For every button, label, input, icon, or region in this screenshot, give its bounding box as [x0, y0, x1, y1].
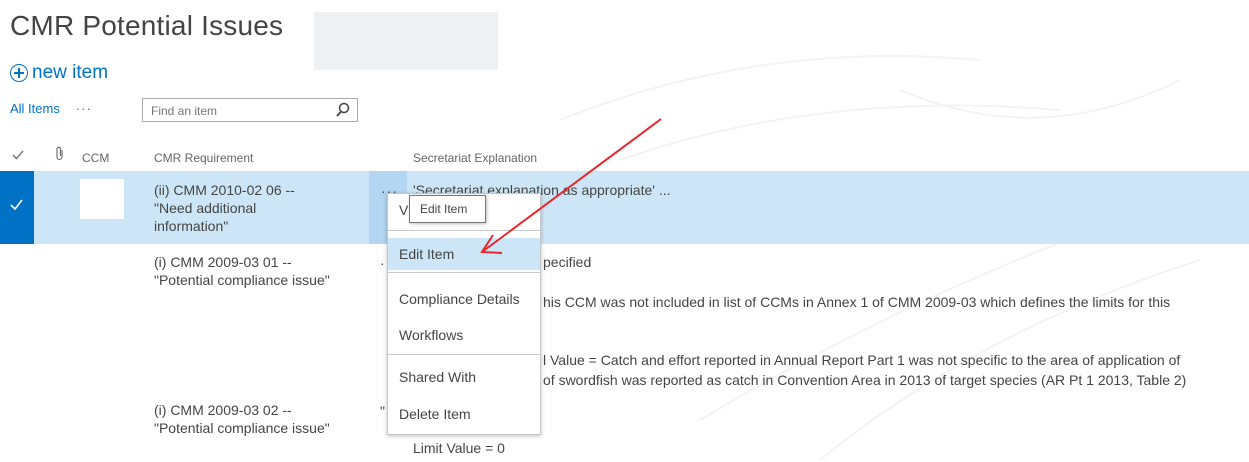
search-icon[interactable] — [335, 102, 351, 123]
page-title-area: CMR Potential Issues — [10, 10, 283, 42]
menu-divider — [388, 272, 540, 273]
row2-cmr-requirement: (i) CMM 2009-03 01 -- "Potential complia… — [154, 253, 330, 289]
new-item-button[interactable]: new item — [10, 62, 108, 84]
row2-exp-line3: l Value = Catch and effort reported in A… — [543, 352, 1181, 368]
select-all-checkmark-icon[interactable] — [12, 149, 24, 164]
menu-item-compliance-details[interactable]: Compliance Details — [388, 283, 540, 315]
row2-exp-line2: his CCM was not included in list of CCMs… — [543, 294, 1171, 310]
add-circle-icon — [10, 64, 28, 82]
redacted-ccm — [80, 401, 124, 421]
menu-item-view-label: V — [399, 202, 409, 218]
column-header-cmr-requirement[interactable]: CMR Requirement — [154, 151, 253, 165]
page-title: CMR Potential Issues — [10, 10, 284, 41]
attachment-icon — [55, 146, 65, 165]
row2-exp-line1: pecified — [543, 254, 592, 270]
redacted-area — [314, 12, 498, 70]
menu-item-compliance-details-label: Compliance Details — [399, 291, 520, 307]
menu-item-delete-item[interactable]: Delete Item — [388, 398, 540, 430]
row1-req-line1: (ii) CMM 2010-02 06 -- — [154, 182, 295, 198]
menu-item-workflows-label: Workflows — [399, 327, 464, 343]
row3-req-line1: (i) CMM 2009-03 02 -- — [154, 402, 292, 418]
search-input[interactable] — [149, 103, 323, 119]
edit-item-tooltip: Edit Item — [409, 195, 486, 223]
view-all-items[interactable]: All Items — [10, 101, 60, 116]
redacted-ccm — [80, 179, 124, 219]
row3-ellipsis-icon[interactable]: " — [380, 403, 386, 419]
row1-req-line2: "Need additional — [154, 200, 257, 216]
view-selector: All Items ··· — [10, 101, 92, 116]
menu-item-shared-with[interactable]: Shared With — [388, 361, 540, 393]
row3-cmr-requirement: (i) CMM 2009-03 02 -- "Potential complia… — [154, 401, 330, 437]
more-views-button[interactable]: ··· — [76, 101, 92, 116]
row3-req-line2: "Potential compliance issue" — [154, 420, 330, 436]
menu-divider — [388, 230, 540, 231]
menu-item-delete-item-label: Delete Item — [399, 406, 471, 422]
row2-req-line1: (i) CMM 2009-03 01 -- — [154, 254, 292, 270]
menu-item-workflows[interactable]: Workflows — [388, 319, 540, 351]
menu-divider — [388, 354, 540, 355]
row2-exp-line4: of swordfish was reported as catch in Co… — [543, 372, 1187, 388]
row-checkbox-checked[interactable] — [0, 171, 34, 244]
menu-item-edit-item[interactable]: Edit Item — [388, 238, 540, 270]
menu-item-edit-item-label: Edit Item — [399, 246, 455, 262]
item-context-menu: V Edit Item Compliance Details Workflows… — [387, 193, 541, 435]
menu-item-shared-with-label: Shared With — [399, 369, 477, 385]
column-header-ccm[interactable]: CCM — [82, 151, 109, 165]
search-box[interactable] — [142, 98, 358, 122]
row2-req-line2: "Potential compliance issue" — [154, 272, 330, 288]
row1-cmr-requirement: (ii) CMM 2010-02 06 -- "Need additional … — [154, 181, 295, 235]
row3-exp-line1: Limit Value = 0 — [413, 440, 505, 456]
new-item-label: new item — [32, 62, 109, 83]
row1-req-line3: information" — [154, 218, 229, 234]
column-header-secretariat-explanation[interactable]: Secretariat Explanation — [413, 151, 537, 165]
checkmark-icon — [10, 199, 23, 211]
redacted-ccm — [80, 252, 124, 272]
